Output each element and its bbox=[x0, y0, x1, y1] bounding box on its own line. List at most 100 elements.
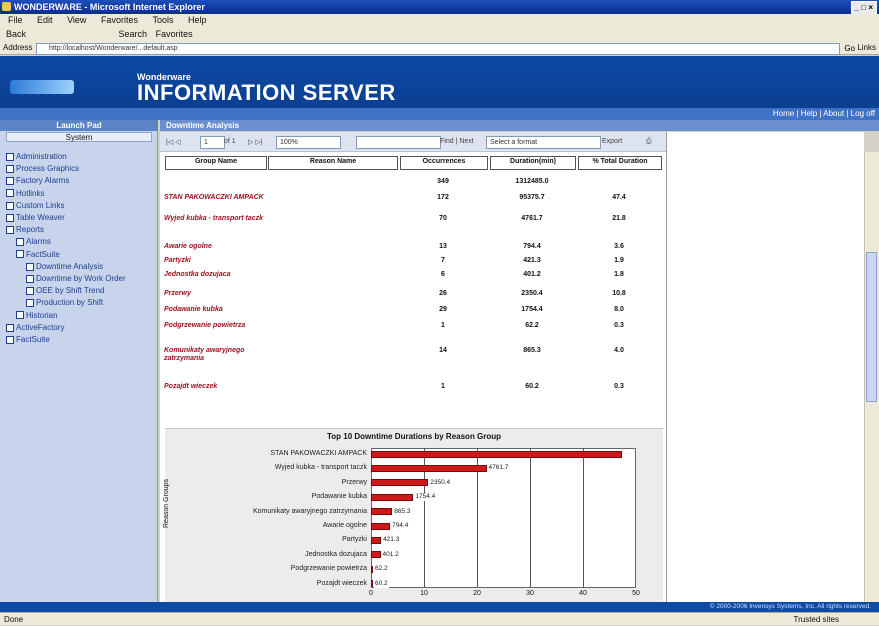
zoom-select[interactable]: 100% bbox=[276, 136, 341, 149]
next-page-icon[interactable]: ▷ ▷| bbox=[248, 138, 263, 146]
format-select[interactable]: Select a format bbox=[486, 136, 601, 149]
search-button[interactable]: Search bbox=[119, 29, 148, 39]
tree-node-icon bbox=[16, 311, 24, 320]
chart-category-label: Awarie ogolne bbox=[322, 522, 367, 529]
tree-item[interactable]: Reports bbox=[6, 225, 44, 234]
table-row-pct: 0.3 bbox=[614, 383, 624, 390]
tree-node-icon bbox=[26, 299, 34, 308]
system-tab[interactable]: System bbox=[6, 132, 152, 142]
table-row-group-name[interactable]: Podawanie kubka bbox=[164, 306, 274, 314]
address-input[interactable]: http://localhost/Wonderware/...default.a… bbox=[36, 43, 840, 55]
page-input[interactable]: 1 bbox=[200, 136, 225, 149]
table-row-group-name[interactable]: Jednostka dozujaca bbox=[164, 271, 274, 279]
tree-item[interactable]: Downtime Analysis bbox=[26, 262, 103, 271]
top-nav-links[interactable]: Home | Help | About | Log off bbox=[773, 108, 875, 120]
back-button[interactable]: Back bbox=[6, 29, 26, 39]
tree-item[interactable]: Alarms bbox=[16, 237, 51, 246]
table-row-group-name[interactable]: Przerwy bbox=[164, 290, 274, 298]
tree-node-icon bbox=[26, 274, 34, 283]
table-row-group-name[interactable]: Partyzki bbox=[164, 257, 274, 265]
tree-item-label: Alarms bbox=[26, 237, 51, 247]
menu-view[interactable]: View bbox=[67, 15, 86, 25]
tree-item[interactable]: Production by Shift bbox=[26, 298, 103, 307]
tree-item[interactable]: FactSuite bbox=[16, 250, 60, 259]
chart-bar[interactable] bbox=[371, 450, 623, 458]
chart-category-label: Przerwy bbox=[341, 478, 367, 486]
table-row-pct: 21.8 bbox=[612, 215, 626, 222]
chart-bar[interactable] bbox=[371, 551, 381, 559]
tree-item-label: ActiveFactory bbox=[16, 322, 65, 332]
tree-item[interactable]: FactSuite bbox=[6, 335, 50, 344]
menu-favorites[interactable]: Favorites bbox=[101, 15, 138, 25]
chart-bar[interactable] bbox=[371, 479, 429, 487]
export-link[interactable]: Export bbox=[602, 138, 622, 145]
window-title: WONDERWARE - Microsoft Internet Explorer bbox=[14, 2, 205, 12]
chart-bar[interactable] bbox=[371, 464, 487, 472]
table-row-occurrences: 29 bbox=[439, 306, 447, 313]
window-controls[interactable]: _ □ × bbox=[850, 1, 877, 15]
tree-item-label: Process Graphics bbox=[16, 164, 80, 174]
table-row-duration: 60.2 bbox=[525, 383, 539, 390]
blank-frame bbox=[666, 132, 864, 602]
chart-gridline bbox=[530, 448, 531, 588]
chart-bar[interactable] bbox=[371, 522, 391, 530]
menu-help[interactable]: Help bbox=[188, 15, 207, 25]
first-page-icon[interactable]: |◁ ◁ bbox=[166, 138, 181, 146]
menu-bar: File Edit View Favorites Tools Help bbox=[0, 14, 879, 27]
tree-node-icon bbox=[6, 201, 14, 210]
go-button[interactable]: Go bbox=[844, 42, 855, 56]
brand-title: INFORMATION SERVER bbox=[137, 80, 396, 105]
chart-bar[interactable] bbox=[371, 565, 373, 573]
tree-item[interactable]: Hotlinks bbox=[6, 189, 44, 198]
table-row-pct: 47.4 bbox=[612, 194, 626, 201]
table-row-group-name[interactable]: Pozajdt wieczek bbox=[164, 383, 274, 391]
table-row-group-name[interactable]: Komunikaty awaryjnego zatrzymania bbox=[164, 347, 274, 363]
tree-item[interactable]: Historian bbox=[16, 311, 58, 320]
menu-tools[interactable]: Tools bbox=[152, 15, 173, 25]
window-titlebar: WONDERWARE - Microsoft Internet Explorer… bbox=[0, 0, 879, 15]
tree-item-label: Production by Shift bbox=[36, 298, 104, 308]
chart-x-tick: 20 bbox=[473, 590, 481, 597]
tree-item[interactable]: Custom Links bbox=[6, 201, 64, 210]
chart-bar[interactable] bbox=[371, 536, 382, 544]
tree-item-label: FactSuite bbox=[26, 249, 60, 259]
table-row-duration: 401.2 bbox=[523, 271, 541, 278]
table-row-group-name[interactable]: Wyjed kubka - transport taczk bbox=[164, 215, 274, 223]
table-row-group-name[interactable]: Awarie ogolne bbox=[164, 243, 274, 251]
address-label: Address bbox=[3, 43, 33, 52]
tree-item[interactable]: Process Graphics bbox=[6, 164, 79, 173]
table-row-group-name[interactable]: Podgrzewanie powietrza bbox=[164, 322, 274, 330]
total-duration: 1312485.0 bbox=[515, 178, 549, 185]
tree-item[interactable]: OEE by Shift Trend bbox=[26, 286, 104, 295]
tree-node-icon bbox=[6, 213, 14, 222]
tree-item[interactable]: ActiveFactory bbox=[6, 323, 64, 332]
table-row-group-name[interactable]: STAN PAKOWACZKI AMPACK bbox=[164, 194, 274, 202]
favorites-button[interactable]: Favorites bbox=[156, 29, 193, 39]
table-row-duration: 1754.4 bbox=[521, 306, 543, 313]
table-row-occurrences: 13 bbox=[439, 243, 447, 250]
menu-edit[interactable]: Edit bbox=[37, 15, 53, 25]
print-icon[interactable]: ⎙ bbox=[646, 138, 652, 146]
browser-toolbar: Back Search Favorites bbox=[0, 27, 879, 41]
find-input[interactable] bbox=[356, 136, 441, 149]
tree-item[interactable]: Administration bbox=[6, 152, 67, 161]
chart-bar[interactable] bbox=[371, 508, 393, 516]
table-row-pct: 1.9 bbox=[614, 257, 624, 264]
tree-node-icon bbox=[26, 287, 34, 296]
tree-node-icon bbox=[6, 165, 14, 174]
find-next-link[interactable]: Find | Next bbox=[440, 138, 474, 145]
tree-item-label: Downtime by Work Order bbox=[36, 274, 126, 283]
chart-bar[interactable] bbox=[371, 580, 373, 588]
security-zone: Trusted sites bbox=[793, 615, 840, 624]
chart-bar[interactable] bbox=[371, 493, 414, 501]
tree-item[interactable]: Downtime by Work Order bbox=[26, 274, 126, 283]
menu-file[interactable]: File bbox=[8, 15, 23, 25]
scrollbar-thumb[interactable] bbox=[866, 252, 877, 402]
links-button[interactable]: Links bbox=[857, 41, 876, 55]
tree-item-label: Hotlinks bbox=[16, 188, 45, 198]
tree-node-icon bbox=[6, 177, 14, 186]
launch-pad-header: Launch Pad bbox=[0, 120, 158, 131]
tree-item[interactable]: Table Weaver bbox=[6, 213, 65, 222]
total-occurrences: 349 bbox=[437, 178, 449, 185]
tree-item[interactable]: Factory Alarms bbox=[6, 176, 69, 185]
